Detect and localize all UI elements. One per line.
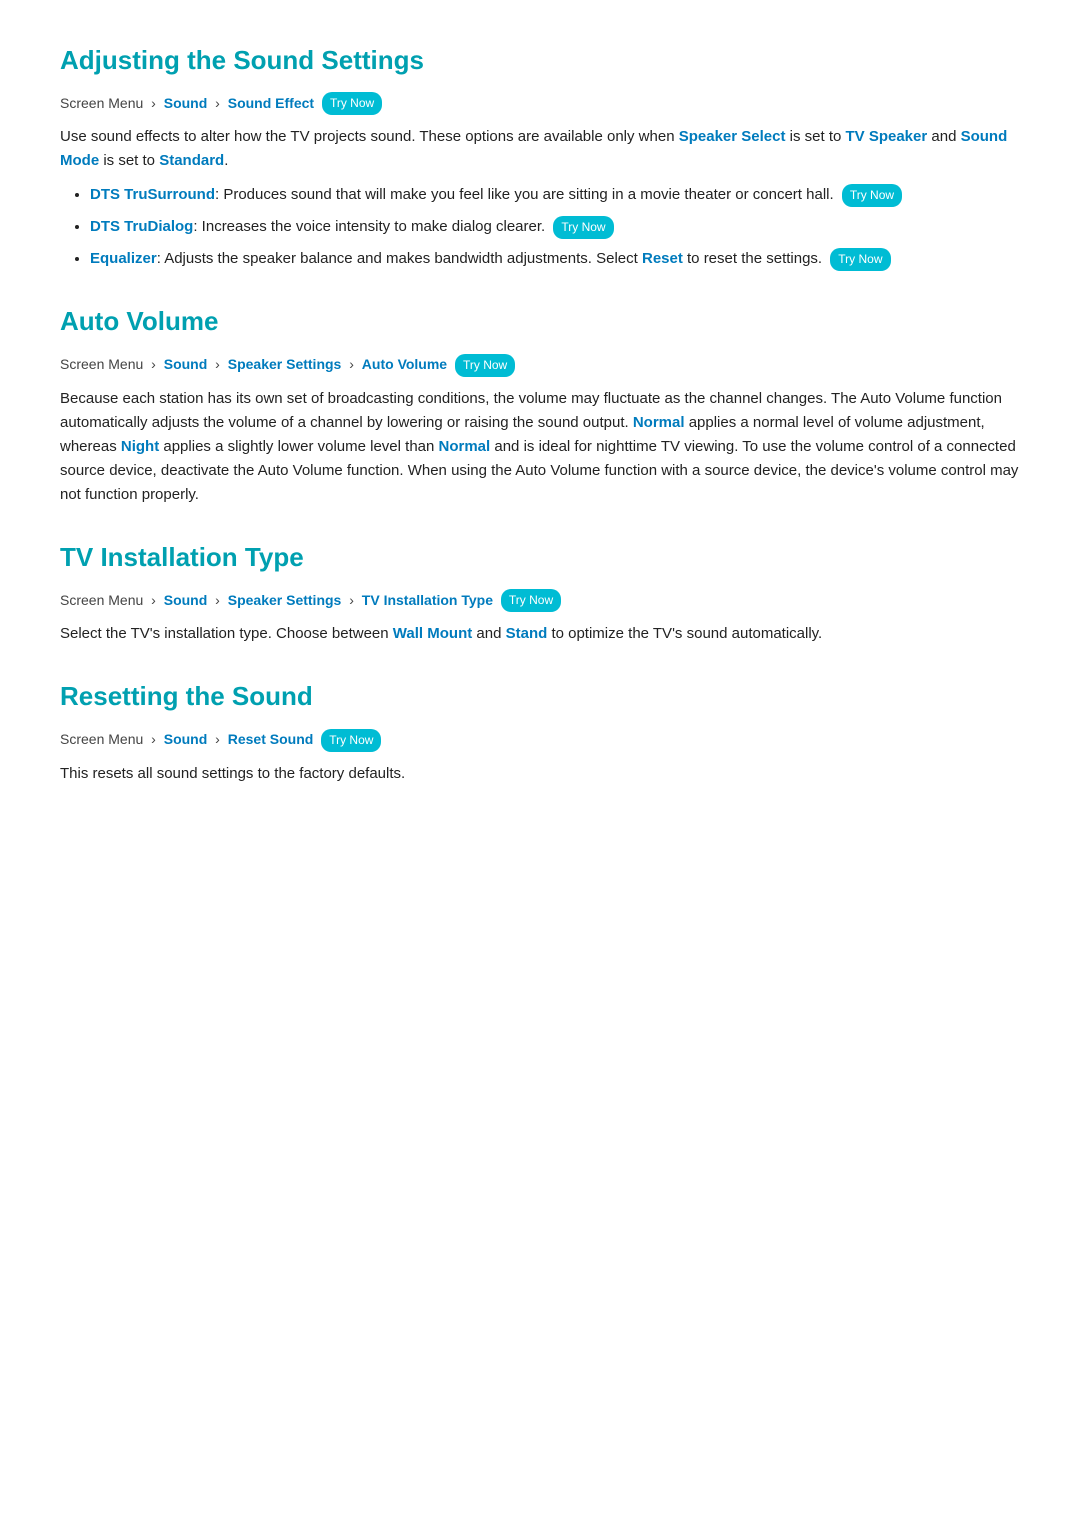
bullet-list-sound-effects: DTS TruSurround: Produces sound that wil…	[90, 183, 1020, 271]
bullet-equalizer: Equalizer: Adjusts the speaker balance a…	[90, 247, 1020, 271]
breadcrumb-sep-9: ›	[151, 731, 156, 747]
breadcrumb-sep-7: ›	[215, 592, 220, 608]
breadcrumb-sep-6: ›	[151, 592, 156, 608]
link-normal-2[interactable]: Normal	[439, 438, 491, 455]
breadcrumb-link-reset-sound[interactable]: Reset Sound	[228, 731, 314, 747]
try-now-badge-dts-trusurround[interactable]: Try Now	[842, 184, 902, 207]
try-now-badge-dts-trudialog[interactable]: Try Now	[553, 216, 613, 239]
breadcrumb-sep-3: ›	[151, 356, 156, 372]
section-title-resetting-sound: Resetting the Sound	[60, 676, 1020, 718]
try-now-badge-equalizer[interactable]: Try Now	[830, 248, 890, 271]
link-tv-speaker[interactable]: TV Speaker	[846, 128, 928, 145]
breadcrumb-link-auto-volume[interactable]: Auto Volume	[362, 356, 447, 372]
dts-trudialog-text: : Increases the voice intensity to make …	[193, 218, 545, 235]
section-title-adjusting-sound: Adjusting the Sound Settings	[60, 40, 1020, 82]
term-dts-trusurround: DTS TruSurround	[90, 186, 215, 203]
breadcrumb-sep-5: ›	[349, 356, 354, 372]
breadcrumb-link-speaker-settings-2[interactable]: Speaker Settings	[228, 592, 342, 608]
section-tv-installation: TV Installation Type Screen Menu › Sound…	[60, 537, 1020, 646]
section-title-tv-installation: TV Installation Type	[60, 537, 1020, 579]
equalizer-text: : Adjusts the speaker balance and makes …	[157, 250, 642, 267]
breadcrumb-link-sound-effect[interactable]: Sound Effect	[228, 95, 314, 111]
breadcrumb-link-sound-4[interactable]: Sound	[164, 731, 208, 747]
breadcrumb-tv-installation: Screen Menu › Sound › Speaker Settings ›…	[60, 589, 1020, 613]
breadcrumb-part-screen-menu: Screen Menu	[60, 95, 143, 111]
body-text-resetting-sound: This resets all sound settings to the fa…	[60, 762, 1020, 786]
intro-text-adjusting-sound: Use sound effects to alter how the TV pr…	[60, 125, 1020, 173]
link-wall-mount[interactable]: Wall Mount	[393, 625, 472, 642]
body-text-auto-volume: Because each station has its own set of …	[60, 387, 1020, 507]
link-standard[interactable]: Standard	[159, 152, 224, 169]
section-resetting-sound: Resetting the Sound Screen Menu › Sound …	[60, 676, 1020, 785]
link-speaker-select[interactable]: Speaker Select	[679, 128, 786, 145]
section-title-auto-volume: Auto Volume	[60, 301, 1020, 343]
term-equalizer: Equalizer	[90, 250, 157, 267]
link-stand[interactable]: Stand	[506, 625, 548, 642]
equalizer-text-2: to reset the settings.	[683, 250, 822, 267]
breadcrumb-part-screen-menu-2: Screen Menu	[60, 356, 143, 372]
breadcrumb-adjusting-sound: Screen Menu › Sound › Sound Effect Try N…	[60, 92, 1020, 116]
link-reset-equalizer[interactable]: Reset	[642, 250, 683, 267]
breadcrumb-sep-4: ›	[215, 356, 220, 372]
dts-trusurround-text: : Produces sound that will make you feel…	[215, 186, 834, 203]
section-auto-volume: Auto Volume Screen Menu › Sound › Speake…	[60, 301, 1020, 506]
breadcrumb-sep-2: ›	[215, 95, 220, 111]
breadcrumb-sep-10: ›	[215, 731, 220, 747]
link-normal-1[interactable]: Normal	[633, 414, 685, 431]
breadcrumb-link-speaker-settings-1[interactable]: Speaker Settings	[228, 356, 342, 372]
try-now-badge-sound-effect[interactable]: Try Now	[322, 92, 382, 115]
breadcrumb-part-screen-menu-4: Screen Menu	[60, 731, 143, 747]
breadcrumb-sep-8: ›	[349, 592, 354, 608]
try-now-badge-auto-volume[interactable]: Try Now	[455, 354, 515, 377]
bullet-dts-trusurround: DTS TruSurround: Produces sound that wil…	[90, 183, 1020, 207]
breadcrumb-link-sound-3[interactable]: Sound	[164, 592, 208, 608]
breadcrumb-resetting-sound: Screen Menu › Sound › Reset Sound Try No…	[60, 728, 1020, 752]
breadcrumb-link-sound-2[interactable]: Sound	[164, 356, 208, 372]
term-dts-trudialog: DTS TruDialog	[90, 218, 193, 235]
link-night[interactable]: Night	[121, 438, 159, 455]
bullet-dts-trudialog: DTS TruDialog: Increases the voice inten…	[90, 215, 1020, 239]
try-now-badge-tv-installation[interactable]: Try Now	[501, 589, 561, 612]
section-adjusting-sound: Adjusting the Sound Settings Screen Menu…	[60, 40, 1020, 271]
body-text-tv-installation: Select the TV's installation type. Choos…	[60, 622, 1020, 646]
breadcrumb-part-screen-menu-3: Screen Menu	[60, 592, 143, 608]
try-now-badge-reset-sound[interactable]: Try Now	[321, 729, 381, 752]
breadcrumb-link-tv-installation-type[interactable]: TV Installation Type	[362, 592, 493, 608]
breadcrumb-link-sound-1[interactable]: Sound	[164, 95, 208, 111]
breadcrumb-auto-volume: Screen Menu › Sound › Speaker Settings ›…	[60, 353, 1020, 377]
breadcrumb-sep-1: ›	[151, 95, 156, 111]
